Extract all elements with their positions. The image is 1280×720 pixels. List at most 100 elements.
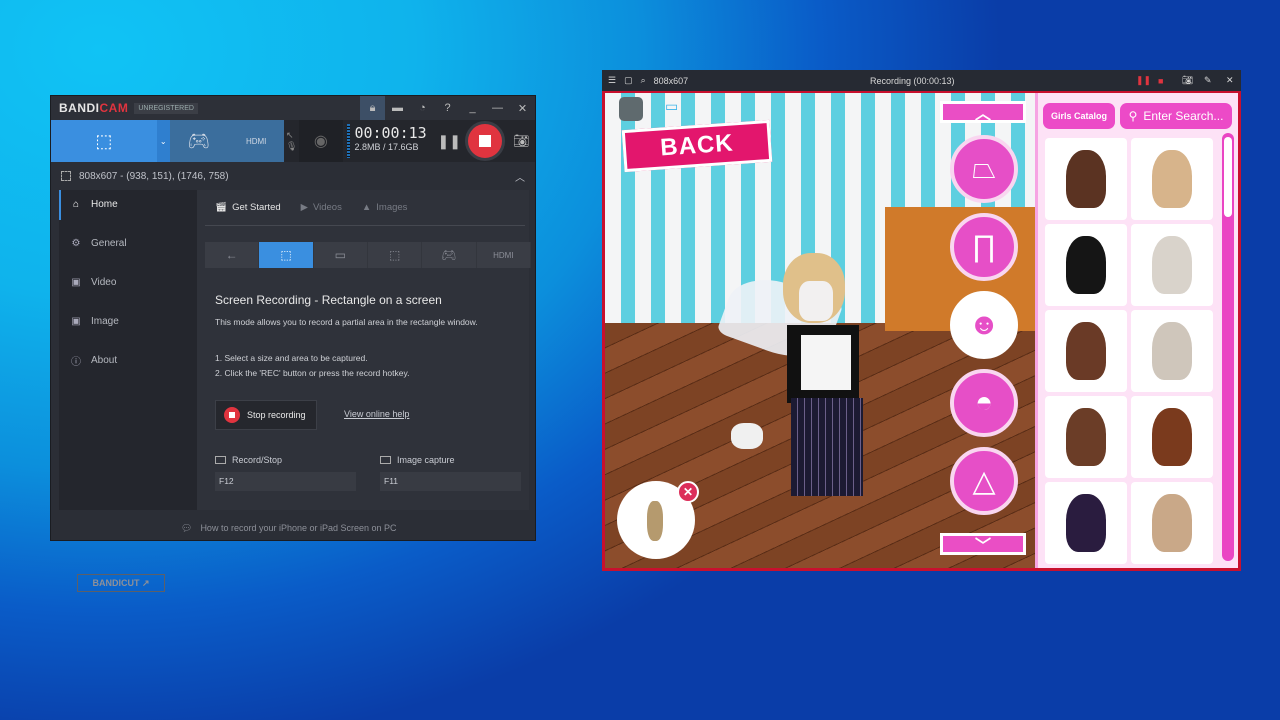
scroll-down-button[interactable]: ﹀ — [940, 533, 1026, 555]
zoom-region-icon[interactable]: ⌕ — [641, 75, 646, 86]
hair-item-icon — [1152, 494, 1192, 552]
hair-item-icon — [1066, 408, 1106, 466]
recording-status: Recording (00:00:13) — [870, 75, 955, 86]
video-icon: ▶ — [300, 202, 308, 213]
gamepad-icon: 🎮︎ — [187, 130, 211, 151]
audio-level-meter — [346, 124, 351, 158]
help-icon[interactable]: ? — [435, 96, 460, 120]
menu-icon[interactable]: ☰ — [608, 75, 616, 86]
category-pants-button[interactable]: ∏ — [950, 213, 1018, 281]
footer-tip[interactable]: 💬︎ How to record your iPhone or iPad Scre… — [51, 516, 535, 540]
rectangle-mode-icon[interactable]: ⬚ — [259, 242, 314, 268]
unregistered-badge: UNREGISTERED — [134, 102, 198, 114]
region-size: 808x607 — [653, 75, 689, 86]
back-arrow-icon[interactable]: ← — [205, 242, 260, 268]
catalog-item[interactable] — [1045, 138, 1127, 220]
game-mode-button[interactable]: 🎮︎ — [169, 120, 228, 162]
title-bar: BANDICAM UNREGISTERED 🔒︎ ▬ ◔ ? _ — ✕ — [51, 96, 535, 120]
cursor-mic-toggles[interactable]: ↖ 🎙︎ — [284, 120, 299, 162]
stop-icon[interactable]: ■ — [1158, 76, 1163, 86]
video-settings-icon: ▣ — [71, 276, 81, 288]
pause-icon[interactable]: ❚❚ — [1136, 75, 1151, 86]
webcam-button[interactable]: ◉ — [299, 120, 343, 162]
category-hair-button[interactable]: ☻ — [950, 291, 1018, 359]
close-icon[interactable]: ✕ — [510, 96, 535, 120]
collapse-icon[interactable]: _ — [460, 96, 485, 120]
tab-get-started[interactable]: 🎬︎ Get Started — [205, 202, 291, 213]
pen-icon[interactable]: ✎ — [1204, 75, 1212, 86]
player-avatar — [716, 253, 905, 513]
cap-icon: ◓ — [974, 386, 994, 419]
catalog-scrollbar[interactable] — [1222, 133, 1234, 561]
sidebar-item-home[interactable]: ⌂ Home — [59, 192, 197, 216]
catalog-item[interactable] — [1131, 310, 1213, 392]
hood-icon: △ — [972, 464, 996, 498]
category-hood-button[interactable]: △ — [950, 447, 1018, 515]
minimize-icon[interactable]: — — [485, 96, 510, 120]
info-icon: ⓘ — [71, 356, 81, 368]
girls-catalog-button[interactable]: Girls Catalog — [1043, 103, 1115, 129]
sidebar-item-video[interactable]: ▣ Video — [59, 270, 197, 294]
mode-dropdown[interactable]: ⌄ — [156, 120, 170, 162]
image-icon: ▲ — [361, 202, 372, 213]
sidebar-item-general[interactable]: ⚙ General — [59, 231, 197, 255]
hair-item-icon — [1152, 236, 1192, 294]
tab-images[interactable]: ▲ Images — [352, 202, 418, 213]
catalog-item[interactable] — [1131, 138, 1213, 220]
camera-icon[interactable]: 📷︎ — [508, 120, 535, 162]
bandicam-logo: BANDICAM — [59, 101, 129, 115]
stop-recording-button[interactable]: Stop recording — [215, 400, 317, 430]
mode-heading: Screen Recording - Rectangle on a screen — [215, 293, 442, 307]
folder-icon[interactable]: ▬ — [385, 96, 410, 120]
catalog-item[interactable] — [1131, 396, 1213, 478]
scroll-up-button[interactable]: ︿ — [940, 101, 1026, 123]
catalog-item[interactable] — [1045, 482, 1127, 564]
bandicut-button[interactable]: BANDICUT ↗ — [77, 574, 165, 592]
game-viewport: ▭ BACK ︿ ⏢ ∏ ☻ ◓ △ ﹀ ✕ Girls Catalog ⚲ En… — [605, 93, 1238, 568]
hdmi-mode-button[interactable]: HDMI — [227, 120, 285, 162]
remove-item-button[interactable]: ✕ — [677, 481, 699, 503]
close-icon[interactable]: ✕ — [1226, 75, 1234, 86]
image-settings-icon: ▣ — [71, 315, 81, 327]
catalog-item[interactable] — [1045, 224, 1127, 306]
sidebar-item-about[interactable]: ⓘ About — [59, 348, 197, 372]
recording-bar: ☰ ▢ ⌕ 808x607 Recording (00:00:13) ❚❚ ■ … — [602, 70, 1241, 91]
rectangle-mode-button[interactable]: ⬚ — [51, 120, 157, 162]
camera-icon[interactable]: 📷︎ — [1182, 75, 1193, 86]
hair-item-icon — [1066, 494, 1106, 552]
game-mode-icon[interactable]: 🎮︎ — [422, 242, 477, 268]
pause-button[interactable]: ❚❚ — [437, 120, 463, 162]
record-hotkey-label: Record/Stop — [215, 455, 282, 465]
file-size: 2.8MB / 17.6GB — [354, 142, 419, 152]
catalog-item[interactable] — [1131, 224, 1213, 306]
window-icon[interactable]: ▢ — [624, 75, 633, 86]
record-hotkey-field[interactable]: F12 — [215, 472, 356, 491]
skirt-icon: ⏢ — [972, 152, 996, 185]
collapse-chevron-icon[interactable]: ︿ — [515, 169, 525, 184]
hair-item-icon — [1066, 150, 1106, 208]
stop-record-button[interactable] — [462, 120, 508, 162]
catalog-item[interactable] — [1045, 396, 1127, 478]
hair-item-icon — [1066, 322, 1106, 380]
clock-icon[interactable]: ◔ — [410, 96, 435, 120]
hair-item-icon — [1152, 408, 1192, 466]
category-hat-button[interactable]: ◓ — [950, 369, 1018, 437]
roblox-menu-icon[interactable] — [619, 97, 643, 121]
catalog-item[interactable] — [1045, 310, 1127, 392]
lock-icon[interactable]: 🔒︎ — [360, 96, 385, 120]
home-icon: ⌂ — [72, 198, 80, 210]
chat-icon[interactable]: ▭ — [665, 98, 678, 115]
search-input[interactable]: ⚲ Enter Search... — [1120, 103, 1232, 129]
catalog-item[interactable] — [1131, 482, 1213, 564]
image-hotkey-label: Image capture — [380, 455, 455, 465]
image-hotkey-field[interactable]: F11 — [380, 472, 521, 491]
around-mouse-mode-icon[interactable]: ⬚ — [368, 242, 423, 268]
view-online-help-link[interactable]: View online help — [344, 409, 409, 419]
hdmi-mode-icon[interactable]: HDMI — [477, 242, 531, 268]
mode-description: This mode allows you to record a partial… — [215, 317, 478, 327]
sidebar-item-image[interactable]: ▣ Image — [59, 309, 197, 333]
tab-videos[interactable]: ▶ Videos — [291, 202, 352, 213]
stop-icon — [224, 407, 240, 423]
fullscreen-mode-icon[interactable]: ▭ — [314, 242, 368, 268]
category-skirt-button[interactable]: ⏢ — [950, 135, 1018, 203]
